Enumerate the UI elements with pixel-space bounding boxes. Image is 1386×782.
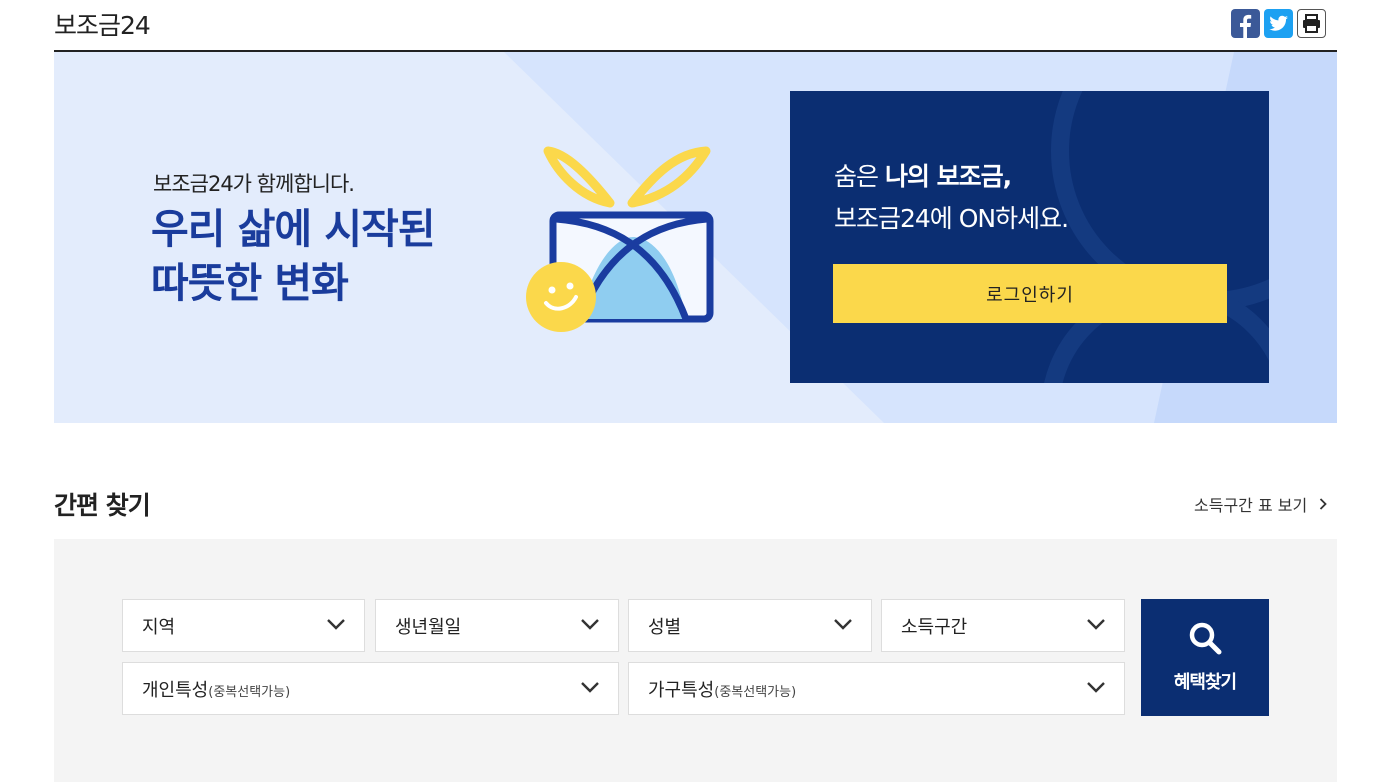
gift-smile-illustration [526,146,714,332]
page-header: 보조금24 [54,0,1337,52]
find-benefits-button[interactable]: 혜택찾기 [1141,599,1269,716]
login-panel-decoration [1044,91,1269,383]
login-message-line2: 보조금24에 ON하세요. [834,204,1069,233]
income-select-label: 소득구간 [901,616,968,638]
income-select[interactable]: 소득구간 [881,599,1125,652]
chevron-down-icon [1087,619,1105,630]
login-message-line1: 숨은 나의 보조금, [834,157,1012,193]
personal-traits-label: 개인특성(중복선택가능) [142,676,290,702]
chevron-down-icon [1087,682,1105,693]
gender-select[interactable]: 성별 [628,599,872,652]
facebook-icon [1240,14,1252,38]
personal-traits-note: (중복선택가능) [208,684,291,700]
chevron-right-icon [1320,498,1327,510]
twitter-icon [1269,15,1288,31]
banner-headline: 우리 삶에 시작된 따뜻한 변화 [151,202,436,310]
login-panel: 숨은 나의 보조금, 보조금24에 ON하세요. 로그인하기 [790,91,1269,383]
login-message-prefix: 숨은 [834,162,885,191]
region-select[interactable]: 지역 [122,599,365,652]
gender-select-label: 성별 [648,616,682,638]
login-message-bold: 나의 보조금, [884,162,1012,191]
facebook-share-button[interactable] [1231,9,1260,38]
chevron-down-icon [327,619,345,630]
hero-banner: 보조금24가 함께합니다. 우리 삶에 시작된 따뜻한 변화 숨은 나의 보조금… [54,52,1337,423]
print-icon [1303,14,1320,33]
chevron-down-icon [581,682,599,693]
share-toolbar [1231,9,1326,38]
page-title: 보조금24 [54,11,151,40]
birthdate-select-label: 생년월일 [395,616,462,638]
search-icon [1189,622,1222,655]
banner-headline-line2: 따뜻한 변화 [151,259,349,307]
print-button[interactable] [1297,9,1326,38]
banner-headline-line1: 우리 삶에 시작된 [151,205,436,253]
household-traits-select[interactable]: 가구특성(중복선택가능) [628,662,1125,715]
login-button[interactable]: 로그인하기 [833,264,1227,323]
twitter-share-button[interactable] [1264,9,1293,38]
personal-traits-text: 개인특성 [142,679,209,701]
find-benefits-label: 혜택찾기 [1173,672,1237,693]
quick-search-title: 간편 찾기 [54,491,151,520]
birthdate-select[interactable]: 생년월일 [375,599,619,652]
income-table-link[interactable]: 소득구간 표 보기 [1194,492,1327,516]
region-select-label: 지역 [142,616,176,638]
personal-traits-select[interactable]: 개인특성(중복선택가능) [122,662,619,715]
household-traits-text: 가구특성 [648,679,715,701]
chevron-down-icon [581,619,599,630]
income-table-link-label: 소득구간 표 보기 [1194,496,1308,515]
chevron-down-icon [834,619,852,630]
household-traits-label: 가구특성(중복선택가능) [648,676,796,702]
household-traits-note: (중복선택가능) [714,684,797,700]
banner-subtitle: 보조금24가 함께합니다. [153,172,355,196]
